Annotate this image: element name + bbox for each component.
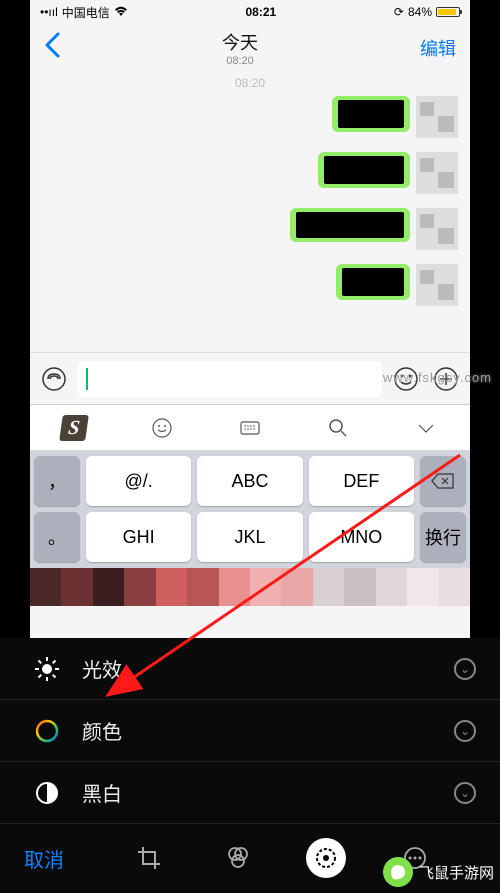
message-row (40, 208, 460, 250)
status-time: 08:21 (245, 5, 276, 19)
key-mno[interactable]: MNO (309, 512, 414, 562)
chat-timestamp: 08:20 (40, 76, 460, 90)
message-bubble[interactable] (290, 208, 410, 242)
nav-bar: 今天 08:20 编辑 (30, 24, 470, 72)
key-abc[interactable]: ABC (197, 456, 302, 506)
avatar[interactable] (416, 264, 458, 306)
key-ghi[interactable]: GHI (86, 512, 191, 562)
battery-icon (436, 7, 460, 17)
keyboard-toolbar: S (30, 404, 470, 450)
sogou-logo-icon[interactable]: S (30, 405, 118, 450)
battery-percent: 84% (408, 5, 432, 19)
status-bar: ••ııl 中国电信 08:21 ⟳ 84% (30, 0, 470, 24)
signal-icon: ••ııl (40, 5, 58, 19)
avatar[interactable] (416, 152, 458, 194)
chevron-down-icon[interactable]: ⌄ (454, 658, 476, 680)
message-bubble[interactable] (318, 152, 410, 188)
key-comma[interactable]: ， (34, 456, 80, 506)
keyboard: S ， 。 @/. (30, 404, 470, 568)
status-right: ⟳ 84% (394, 5, 460, 19)
message-row (40, 96, 460, 138)
pixelated-strip (30, 568, 470, 606)
collapse-keyboard-icon[interactable] (382, 405, 470, 450)
wifi-icon (114, 5, 128, 19)
message-row (40, 152, 460, 194)
nav-subtitle: 08:20 (222, 55, 258, 67)
cancel-button[interactable]: 取消 (16, 844, 72, 873)
battery-sync-icon: ⟳ (394, 5, 404, 19)
edit-label-light: 光效 (82, 654, 434, 683)
edit-label-color: 颜色 (82, 716, 434, 745)
edit-row-color[interactable]: 颜色 ⌄ (0, 700, 500, 762)
brand-logo-icon (383, 857, 413, 887)
voice-button[interactable] (38, 363, 70, 395)
edit-panel: 光效 ⌄ 颜色 ⌄ 黑白 ⌄ 取消 (0, 638, 500, 893)
crop-icon[interactable] (129, 838, 169, 878)
edit-label-bw: 黑白 (82, 778, 434, 807)
message-bubble[interactable] (332, 96, 410, 132)
edit-row-light[interactable]: 光效 ⌄ (0, 638, 500, 700)
back-button[interactable] (44, 32, 60, 65)
message-row (40, 264, 460, 306)
nav-title: 今天 (222, 29, 258, 55)
bw-icon (32, 778, 62, 808)
carrier-label: 中国电信 (62, 4, 110, 21)
chevron-down-icon[interactable]: ⌄ (454, 782, 476, 804)
filters-icon[interactable] (218, 838, 258, 878)
nav-title-group: 今天 08:20 (222, 29, 258, 67)
watermark-url: www.fskgsy.com (383, 370, 492, 385)
key-at[interactable]: @/. (86, 456, 191, 506)
avatar[interactable] (416, 96, 458, 138)
screenshot-preview: ••ııl 中国电信 08:21 ⟳ 84% 今天 08:20 编辑 08:20 (30, 0, 470, 640)
chevron-down-icon[interactable]: ⌄ (454, 720, 476, 742)
color-icon (32, 716, 62, 746)
brand-watermark: 飞鼠手游网 (383, 857, 494, 887)
key-backspace[interactable] (420, 456, 466, 506)
edit-button[interactable]: 编辑 (420, 35, 456, 61)
search-icon[interactable] (294, 405, 382, 450)
key-period[interactable]: 。 (34, 512, 80, 562)
brightness-icon (32, 654, 62, 684)
chat-area[interactable]: 08:20 (30, 72, 470, 352)
status-left: ••ııl 中国电信 (40, 4, 128, 21)
keyboard-keys: ， 。 @/. ABC DEF GHI JKL MNO (30, 450, 470, 568)
message-input[interactable] (78, 361, 382, 397)
key-return[interactable]: 换行 (420, 512, 466, 562)
key-jkl[interactable]: JKL (197, 512, 302, 562)
keyboard-layout-icon[interactable] (206, 405, 294, 450)
adjust-icon[interactable] (306, 838, 346, 878)
key-def[interactable]: DEF (309, 456, 414, 506)
brand-name: 飞鼠手游网 (419, 862, 494, 883)
message-bubble[interactable] (336, 264, 410, 300)
edit-row-bw[interactable]: 黑白 ⌄ (0, 762, 500, 824)
emoji-tab-icon[interactable] (118, 405, 206, 450)
text-cursor (86, 368, 88, 390)
avatar[interactable] (416, 208, 458, 250)
